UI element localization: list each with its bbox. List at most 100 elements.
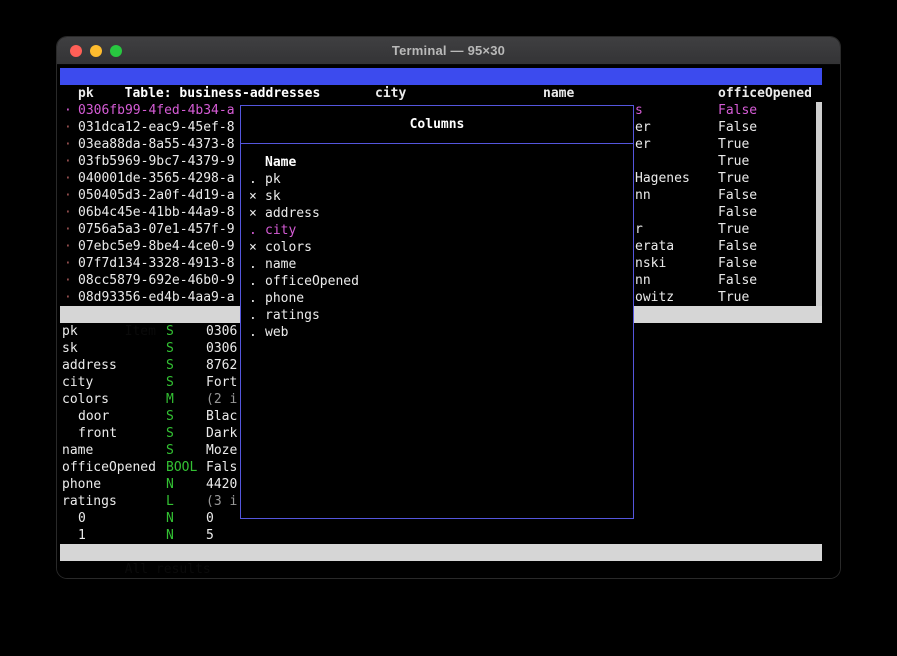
column-toggle-mark: .	[249, 307, 257, 324]
attribute-name: door	[78, 408, 109, 425]
cell-name-fragment: Hagenes	[635, 170, 690, 187]
row-bullet-icon: ·	[64, 153, 72, 170]
column-toggle-mark: .	[249, 273, 257, 290]
row-bullet-icon: ·	[64, 136, 72, 153]
cell-pk: 07ebc5e9-8be4-4ce0-9	[78, 238, 235, 255]
attribute-value: Fals	[206, 459, 237, 476]
cell-name-fragment: er	[635, 119, 651, 136]
attribute-type: N	[166, 527, 174, 544]
row-bullet-icon: ·	[64, 272, 72, 289]
table-title-bar: Table: business-addresses	[60, 68, 822, 85]
column-header-officeopened: officeOpened	[718, 85, 812, 102]
traffic-lights	[70, 45, 122, 57]
close-button[interactable]	[70, 45, 82, 57]
attribute-value: 0306	[206, 340, 237, 357]
attribute-type: N	[166, 476, 174, 493]
terminal-screen[interactable]: Table: business-addresses pk city name o…	[57, 65, 840, 578]
attribute-value: 4420	[206, 476, 237, 493]
attribute-type: S	[166, 442, 174, 459]
attribute-name: colors	[62, 391, 109, 408]
row-bullet-icon: ·	[64, 170, 72, 187]
modal-item-officeOpened[interactable]: . officeOpened	[241, 273, 633, 290]
column-name: phone	[265, 290, 304, 307]
desktop-background: Terminal — 95×30 Table: business-address…	[0, 0, 897, 656]
attribute-value: 0306	[206, 323, 237, 340]
attribute-name: phone	[62, 476, 101, 493]
attribute-type: S	[166, 374, 174, 391]
cell-officeopened: True	[718, 221, 749, 238]
table-header-row: pk city name officeOpened	[57, 85, 822, 102]
cell-pk: 0306fb99-4fed-4b34-a	[78, 102, 235, 119]
attribute-value: Fort	[206, 374, 237, 391]
modal-item-web[interactable]: .web	[241, 324, 633, 341]
modal-header: Columns	[241, 106, 633, 144]
modal-item-sk[interactable]: ×sk	[241, 188, 633, 205]
row-bullet-icon: ·	[64, 289, 72, 306]
attribute-value: (2 i	[206, 391, 237, 408]
attribute-value: Blac	[206, 408, 237, 425]
terminal-window: Terminal — 95×30 Table: business-address…	[57, 37, 840, 578]
cell-officeopened: True	[718, 153, 749, 170]
cell-officeopened: True	[718, 136, 749, 153]
row-bullet-icon: ·	[64, 102, 72, 119]
scrollbar[interactable]	[816, 102, 822, 306]
attribute-type: S	[166, 408, 174, 425]
column-name: city	[265, 222, 296, 239]
columns-modal: Columns Name .pk×sk×address.city×colors.…	[240, 105, 634, 519]
modal-item-pk[interactable]: .pk	[241, 171, 633, 188]
zoom-button[interactable]	[110, 45, 122, 57]
attribute-value: 8762	[206, 357, 237, 374]
attribute-type: L	[166, 493, 174, 510]
attribute-type: M	[166, 391, 174, 408]
cell-officeopened: False	[718, 272, 757, 289]
attribute-value: Dark	[206, 425, 237, 442]
column-toggle-mark: ×	[249, 188, 257, 205]
column-header-name: name	[543, 85, 574, 102]
modal-item-ratings[interactable]: .ratings	[241, 307, 633, 324]
attribute-name: pk	[62, 323, 78, 340]
cell-officeopened: False	[718, 102, 757, 119]
attribute-name: front	[78, 425, 117, 442]
cell-pk: 08cc5879-692e-46b0-9	[78, 272, 235, 289]
column-name: web	[265, 324, 288, 341]
column-name: officeOpened	[265, 273, 359, 290]
cell-officeopened: True	[718, 289, 749, 306]
attribute-value: Moze	[206, 442, 237, 459]
modal-item-city[interactable]: . city	[241, 222, 633, 239]
row-bullet-icon: ·	[64, 119, 72, 136]
cell-name-fragment: nn	[635, 272, 651, 289]
cell-officeopened: False	[718, 187, 757, 204]
attribute-name: 0	[78, 510, 86, 527]
cell-name-fragment: r	[635, 221, 643, 238]
column-header-pk: pk	[78, 85, 94, 102]
cell-name-fragment: owitz	[635, 289, 674, 306]
attribute-type: S	[166, 357, 174, 374]
titlebar[interactable]: Terminal — 95×30	[57, 37, 840, 65]
attribute-type: N	[166, 510, 174, 527]
attribute-type: S	[166, 323, 174, 340]
column-toggle-mark: ×	[249, 239, 257, 256]
column-toggle-mark: .	[249, 222, 257, 239]
attribute-type: BOOL	[166, 459, 197, 476]
column-header-city: city	[375, 85, 406, 102]
modal-item-colors[interactable]: × colors	[241, 239, 633, 256]
attribute-type: S	[166, 340, 174, 357]
cell-name-fragment: nski	[635, 255, 666, 272]
cell-officeopened: False	[718, 255, 757, 272]
cell-pk: 03ea88da-8a55-4373-8	[78, 136, 235, 153]
item-attribute-row[interactable]: 1 N 5	[57, 527, 822, 544]
cell-officeopened: True	[718, 170, 749, 187]
cell-pk: 07f7d134-3328-4913-8	[78, 255, 235, 272]
modal-item-name[interactable]: .name	[241, 256, 633, 273]
minimize-button[interactable]	[90, 45, 102, 57]
modal-item-address[interactable]: ×address	[241, 205, 633, 222]
attribute-value: 5	[206, 527, 214, 544]
modal-title: Columns	[410, 116, 465, 133]
attribute-name: 1	[78, 527, 86, 544]
attribute-type: S	[166, 425, 174, 442]
modal-item-phone[interactable]: .phone	[241, 290, 633, 307]
attribute-name: name	[62, 442, 93, 459]
row-bullet-icon: ·	[64, 204, 72, 221]
attribute-name: address	[62, 357, 117, 374]
column-name: colors	[265, 239, 312, 256]
